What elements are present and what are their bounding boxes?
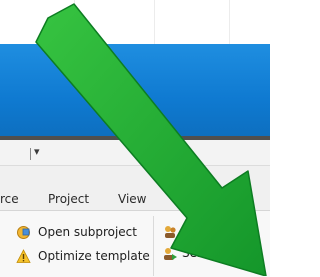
- green-arrow-icon: [35, 3, 267, 276]
